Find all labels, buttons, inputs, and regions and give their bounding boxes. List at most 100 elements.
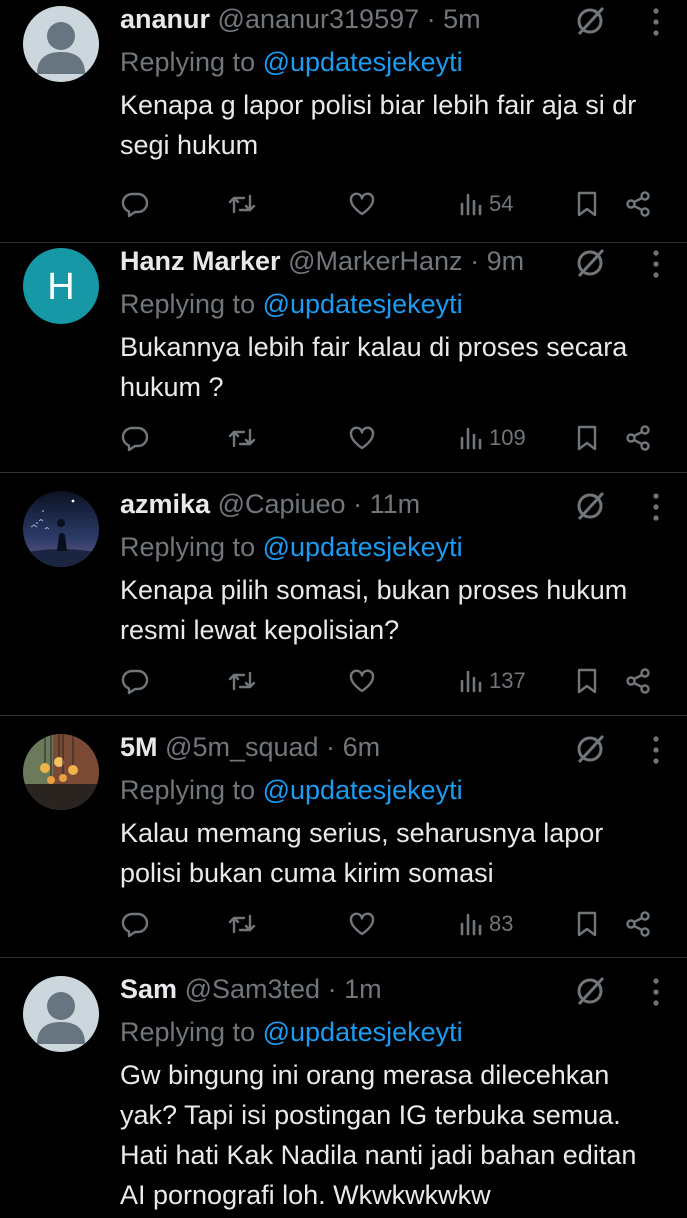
views-button[interactable]: 54 [457,184,513,224]
like-button[interactable] [348,418,376,458]
retweet-button[interactable] [228,184,256,224]
avatar[interactable]: H [23,248,99,324]
night-sky-avatar-icon [23,491,99,567]
bookmark-button[interactable] [573,661,601,701]
mention-link[interactable]: @updatesjekeyti [263,532,463,562]
replying-to: Replying to @updatesjekeyti [120,771,463,809]
tweet-header: Sam @Sam3ted · 1m [120,970,567,1008]
separator-dot: · [326,732,336,762]
reply-icon [121,426,149,452]
views-icon [460,670,482,693]
user-handle[interactable]: @5m_squad [165,732,319,762]
retweet-icon [228,194,256,214]
replying-to-label: Replying to [120,775,256,805]
separator-dot: · [470,246,480,276]
reply-button[interactable] [121,184,149,224]
replying-to: Replying to @updatesjekeyti [120,285,463,323]
reply-icon [121,912,149,938]
avatar[interactable] [23,976,99,1052]
like-button[interactable] [348,904,376,944]
reply-tweet[interactable]: 5M @5m_squad · 6m Replying to @updatesje… [0,716,687,958]
avatar[interactable] [23,6,99,82]
action-bar: 109 [0,418,687,458]
reply-button[interactable] [121,661,149,701]
tweet-header: Hanz Marker @MarkerHanz · 9m [120,242,567,280]
like-icon [349,192,375,216]
retweet-icon [228,914,256,934]
more-icon[interactable] [649,491,663,523]
user-handle[interactable]: @ananur319597 [218,4,420,34]
view-count: 109 [489,425,526,450]
replying-to: Replying to @updatesjekeyti [120,1013,463,1051]
display-name[interactable]: Sam [120,974,177,1004]
reply-tweet[interactable]: azmika @Capiueo · 11m Replying to @updat… [0,473,687,716]
reply-tweet[interactable]: ananur @ananur319597 · 5m Replying to @u… [0,0,687,243]
like-icon [349,669,375,693]
replying-to: Replying to @updatesjekeyti [120,43,463,81]
grok-icon[interactable] [573,974,607,1008]
display-name[interactable]: azmika [120,489,210,519]
bookmark-button[interactable] [573,904,601,944]
tweet-header: azmika @Capiueo · 11m [120,485,567,523]
retweet-button[interactable] [228,904,256,944]
tweet-header: ananur @ananur319597 · 5m [120,0,567,38]
share-icon [626,911,650,937]
grok-icon[interactable] [573,4,607,38]
lamps-avatar-icon [23,734,99,810]
bookmark-icon [577,191,597,217]
retweet-button[interactable] [228,661,256,701]
share-icon [626,668,650,694]
mention-link[interactable]: @updatesjekeyti [263,1017,463,1047]
bookmark-icon [577,911,597,937]
grok-icon[interactable] [573,732,607,766]
reply-button[interactable] [121,904,149,944]
avatar[interactable] [23,734,99,810]
display-name[interactable]: ananur [120,4,210,34]
share-button[interactable] [624,904,652,944]
avatar-letter: H [47,266,74,308]
views-button[interactable]: 109 [457,418,526,458]
reply-tweet[interactable]: Sam @Sam3ted · 1m Replying to @updatesje… [0,958,687,1218]
display-name[interactable]: 5M [120,732,158,762]
more-icon[interactable] [649,976,663,1008]
reply-tweet[interactable]: H Hanz Marker @MarkerHanz · 9m Replying … [0,230,687,473]
grok-icon[interactable] [573,246,607,280]
bookmark-icon [577,425,597,451]
like-button[interactable] [348,184,376,224]
timestamp[interactable]: 9m [487,246,525,276]
mention-link[interactable]: @updatesjekeyti [263,47,463,77]
more-icon[interactable] [649,248,663,280]
share-button[interactable] [624,184,652,224]
mention-link[interactable]: @updatesjekeyti [263,289,463,319]
timestamp[interactable]: 1m [344,974,382,1004]
share-button[interactable] [624,418,652,458]
view-count: 83 [489,911,514,936]
user-handle[interactable]: @MarkerHanz [288,246,462,276]
avatar[interactable] [23,491,99,567]
user-handle[interactable]: @Sam3ted [185,974,320,1004]
like-icon [349,426,375,450]
user-handle[interactable]: @Capiueo [218,489,346,519]
like-button[interactable] [348,661,376,701]
timestamp[interactable]: 11m [370,489,421,519]
more-icon[interactable] [649,734,663,766]
bookmark-button[interactable] [573,184,601,224]
display-name[interactable]: Hanz Marker [120,246,281,276]
share-button[interactable] [624,661,652,701]
view-count: 54 [489,191,514,216]
letter-avatar-icon: H [23,248,99,324]
separator-dot: · [353,489,363,519]
mention-link[interactable]: @updatesjekeyti [263,775,463,805]
default-avatar-icon [23,976,99,1052]
timestamp[interactable]: 5m [443,4,481,34]
reply-button[interactable] [121,418,149,458]
retweet-button[interactable] [228,418,256,458]
more-icon[interactable] [649,6,663,38]
views-button[interactable]: 83 [457,904,513,944]
views-button[interactable]: 137 [457,661,526,701]
views-icon [460,193,482,216]
retweet-icon [228,428,256,448]
timestamp[interactable]: 6m [343,732,381,762]
bookmark-button[interactable] [573,418,601,458]
grok-icon[interactable] [573,489,607,523]
